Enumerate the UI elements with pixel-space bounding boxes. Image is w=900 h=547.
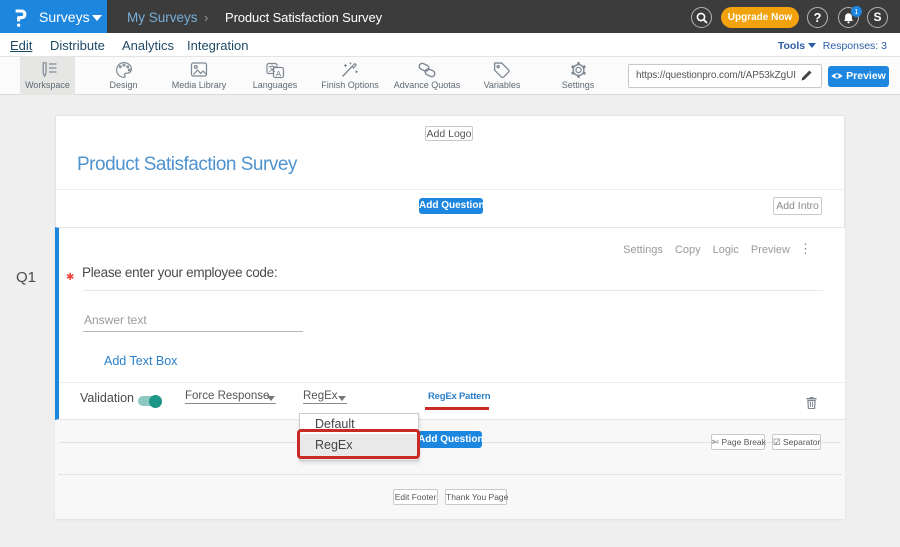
svg-text:A: A [276, 69, 281, 78]
